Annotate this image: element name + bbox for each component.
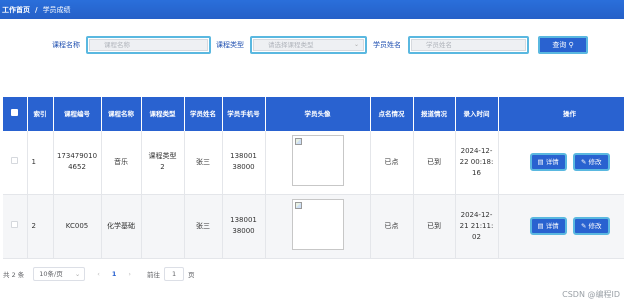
cell-course-name: 化学基础 xyxy=(101,194,142,259)
watermark: CSDN @编程ID xyxy=(562,290,620,299)
avatar xyxy=(291,198,344,250)
edit-icon: ✎ xyxy=(580,222,587,230)
table-row: 2 KC005 化学基础 张三 13800138000 已点 已到 2024-1… xyxy=(3,194,624,259)
header-avatar: 学员头像 xyxy=(265,97,371,131)
page-size-select[interactable]: 10条/页 ⌄ xyxy=(33,267,86,281)
cell-student: 张三 xyxy=(184,194,223,259)
student-name-label: 学员姓名 xyxy=(373,41,401,49)
cell-roll-call: 已点 xyxy=(370,131,414,195)
course-type-label: 课程类型 xyxy=(216,41,244,49)
course-name-placeholder: 课程名称 xyxy=(89,39,208,51)
prev-page-button[interactable]: ‹ xyxy=(97,270,100,278)
cell-course-type: 课程类型2 xyxy=(141,131,185,195)
search-button[interactable]: 查询 ⚲ xyxy=(538,36,588,54)
cell-time: 2024-12-21 21:11:02 xyxy=(455,194,499,259)
breadcrumb-home[interactable]: 工作首页 xyxy=(2,5,30,15)
header-entry-time: 录入时间 xyxy=(455,97,499,131)
table-row: 1 1734790104652 音乐 课程类型2 张三 13800138000 … xyxy=(3,131,624,195)
cell-time: 2024-12-22 00:18:16 xyxy=(455,131,499,195)
header-actions: 操作 xyxy=(498,97,624,131)
cell-actions: ▤ 详情 ✎ 修改 xyxy=(498,131,624,195)
chevron-down-icon: ⌄ xyxy=(353,41,359,48)
avatar xyxy=(291,134,344,186)
detail-button-label: 详情 xyxy=(545,222,559,230)
edit-button-label: 修改 xyxy=(588,222,602,230)
broken-image-icon xyxy=(294,137,302,145)
pager-total: 共 2 条 xyxy=(3,271,25,279)
cell-index: 1 xyxy=(27,131,54,195)
header-student-name: 学员姓名 xyxy=(184,97,223,131)
detail-button[interactable]: ▤ 详情 xyxy=(529,217,567,235)
cell-roll-call: 已点 xyxy=(370,194,414,259)
next-page-button[interactable]: › xyxy=(128,270,131,278)
pagination: 共 2 条 10条/页 ⌄ ‹ 1 › 前往 1 页 xyxy=(3,267,195,281)
header-course-no: 课程编号 xyxy=(53,97,102,131)
select-all-checkbox[interactable] xyxy=(3,97,28,131)
header-course-type: 课程类型 xyxy=(141,97,185,131)
edit-icon: ✎ xyxy=(580,158,587,167)
page-size-value: 10条/页 xyxy=(39,270,63,278)
goto-unit: 页 xyxy=(188,271,195,279)
document-icon: ▤ xyxy=(537,222,544,230)
edit-button-label: 修改 xyxy=(588,158,602,167)
student-name-placeholder: 学员姓名 xyxy=(411,39,526,51)
detail-button[interactable]: ▤ 详情 xyxy=(529,153,567,172)
score-table: 索引 课程编号 课程名称 课程类型 学员姓名 学员手机号 学员头像 点名情况 报… xyxy=(3,97,624,259)
cell-course-no: 1734790104652 xyxy=(53,131,102,195)
student-name-input[interactable]: 学员姓名 xyxy=(408,36,529,54)
header-course-name: 课程名称 xyxy=(101,97,142,131)
cell-index: 2 xyxy=(27,194,54,259)
cell-report: 已到 xyxy=(413,194,456,259)
cell-phone: 13800138000 xyxy=(222,131,266,195)
row-checkbox[interactable] xyxy=(3,131,28,195)
course-type-placeholder: 请选择课程类型 xyxy=(253,39,364,51)
course-name-input[interactable]: 课程名称 xyxy=(86,36,211,54)
page-number[interactable]: 1 xyxy=(112,270,117,278)
filter-bar: 课程名称 课程名称 课程类型 请选择课程类型 ⌄ 学员姓名 学员姓名 xyxy=(0,36,624,54)
document-icon: ▤ xyxy=(537,158,544,167)
cell-course-type xyxy=(141,194,185,259)
goto-label: 前往 xyxy=(147,271,161,279)
edit-button[interactable]: ✎ 修改 xyxy=(572,217,610,235)
course-name-label: 课程名称 xyxy=(52,41,80,49)
cell-report: 已到 xyxy=(413,131,456,195)
detail-button-label: 详情 xyxy=(545,158,559,167)
breadcrumb-current: 学员成绩 xyxy=(42,5,71,14)
cell-student: 张三 xyxy=(184,131,223,195)
breadcrumb-separator: / xyxy=(35,5,38,14)
cell-avatar xyxy=(265,131,371,195)
edit-button[interactable]: ✎ 修改 xyxy=(572,153,610,172)
cell-phone: 13800138000 xyxy=(222,194,266,259)
cell-course-name: 音乐 xyxy=(101,131,142,195)
header-roll-call: 点名情况 xyxy=(370,97,414,131)
course-type-select[interactable]: 请选择课程类型 ⌄ xyxy=(250,36,367,54)
search-icon: ⚲ xyxy=(568,41,574,49)
goto-page-input[interactable]: 1 xyxy=(164,267,185,281)
chevron-down-icon: ⌄ xyxy=(74,270,81,278)
search-button-label: 查询 xyxy=(552,41,567,49)
header-phone: 学员手机号 xyxy=(222,97,266,131)
cell-avatar xyxy=(265,194,371,259)
cell-course-no: KC005 xyxy=(53,194,102,259)
table-header-row: 索引 课程编号 课程名称 课程类型 学员姓名 学员手机号 学员头像 点名情况 报… xyxy=(3,97,624,131)
row-checkbox[interactable] xyxy=(3,194,28,259)
cell-actions: ▤ 详情 ✎ 修改 xyxy=(498,194,624,259)
header-index: 索引 xyxy=(27,97,54,131)
top-nav-bar: 工作首页 / 学员成绩 xyxy=(0,0,624,19)
header-report: 报道情况 xyxy=(413,97,456,131)
broken-image-icon xyxy=(294,201,302,209)
